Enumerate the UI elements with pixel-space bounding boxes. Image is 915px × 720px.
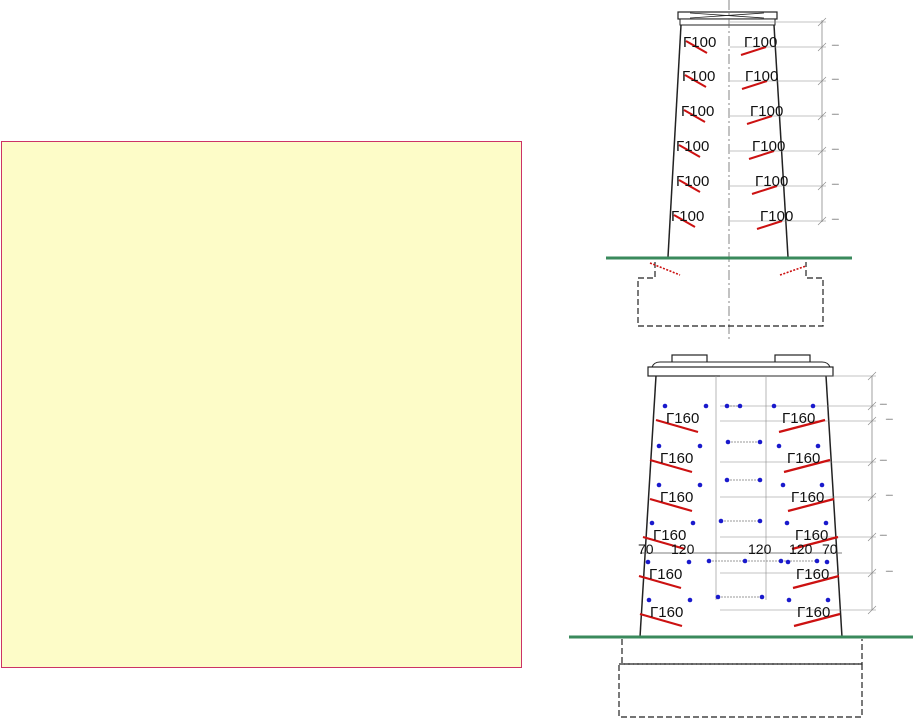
spacing-dim-left-edge: 70 xyxy=(638,541,654,557)
bottom-center-dot xyxy=(757,439,763,445)
bottom-anchor-dot xyxy=(771,403,777,409)
top-dim-note: ----- xyxy=(832,181,839,186)
top-rebar-label-right: Γ100 xyxy=(760,208,793,225)
bottom-dim-note: ----- xyxy=(886,416,893,421)
top-dim-note: ----- xyxy=(832,42,839,47)
bottom-anchor-dot xyxy=(662,403,668,409)
bottom-anchor-dot xyxy=(687,597,693,603)
bottom-anchor-dot xyxy=(649,520,655,526)
bottom-rebar-label-left: Γ160 xyxy=(650,604,683,621)
bottom-anchor-dot xyxy=(656,482,662,488)
bottom-anchor-dot xyxy=(697,443,703,449)
top-foundation-rebar-right xyxy=(779,265,807,276)
bottom-center-dot xyxy=(757,518,763,524)
bottom-anchor-dot xyxy=(786,597,792,603)
bottom-rebar-label-left: Γ160 xyxy=(660,450,693,467)
top-rebar-label-left: Γ100 xyxy=(676,173,709,190)
bottom-center-dot xyxy=(759,594,765,600)
bottom-foundation-upper xyxy=(621,639,863,665)
bottom-anchor-dot xyxy=(825,597,831,603)
bottom-center-dot xyxy=(778,558,784,564)
bottom-pier-left-face xyxy=(639,375,657,638)
bottom-center-dot xyxy=(724,403,730,409)
bottom-anchor-dot xyxy=(703,403,709,409)
top-rebar-label-right: Γ100 xyxy=(752,138,785,155)
bottom-dim-note: ----- xyxy=(880,532,887,537)
bottom-anchor-dot xyxy=(697,482,703,488)
bottom-anchor-dot xyxy=(776,443,782,449)
bottom-center-dot xyxy=(725,439,731,445)
bottom-dim-note: ----- xyxy=(886,492,893,497)
top-rebar-label-left: Γ100 xyxy=(681,103,714,120)
bottom-anchor-dot xyxy=(784,520,790,526)
bottom-anchor-dot xyxy=(815,443,821,449)
bottom-rebar-label-left: Γ160 xyxy=(649,566,682,583)
bottom-center-dot xyxy=(742,558,748,564)
bottom-center-dot xyxy=(814,558,820,564)
bottom-center-dot xyxy=(757,477,763,483)
bottom-anchor-dot xyxy=(785,559,791,565)
top-rebar-label-left: Γ100 xyxy=(683,34,716,51)
top-rebar-label-left: Γ100 xyxy=(682,68,715,85)
bottom-anchor-dot xyxy=(656,443,662,449)
bottom-center-dot xyxy=(715,594,721,600)
bottom-anchor-dot xyxy=(690,520,696,526)
bottom-anchor-dot xyxy=(810,403,816,409)
top-pier: ----- ----- ----- ----- ----- ----- Γ100 Γ100 Γ… xyxy=(606,0,852,340)
spacing-dim-left: 120 xyxy=(671,541,695,557)
pier-drawings: ----- ----- ----- ----- ----- ----- Γ100 Γ100 Γ… xyxy=(569,0,913,718)
bottom-center-dot xyxy=(737,403,743,409)
bottom-anchor-dot xyxy=(819,482,825,488)
bottom-rebar-label-right: Γ160 xyxy=(787,450,820,467)
bottom-anchor-dot xyxy=(823,520,829,526)
bottom-anchor-dot xyxy=(645,559,651,565)
bottom-rebar-label-right: Γ160 xyxy=(791,489,824,506)
bottom-rebar-label-right: Γ160 xyxy=(796,566,829,583)
bottom-cap-plate xyxy=(647,366,834,377)
bottom-dim-note: ----- xyxy=(880,401,887,406)
bottom-anchor-dot xyxy=(824,559,830,565)
top-rebar-label-right: Γ100 xyxy=(744,34,777,51)
top-rebar-label-right: Γ100 xyxy=(755,173,788,190)
spacing-dim-right: 120 xyxy=(789,541,813,557)
top-rebar-label-right: Γ100 xyxy=(750,103,783,120)
spacing-dim-right-edge: 70 xyxy=(822,541,838,557)
bottom-dim-note: ----- xyxy=(886,568,893,573)
bottom-rebar-label-left: Γ160 xyxy=(666,410,699,427)
bottom-rebar-label-right: Γ160 xyxy=(797,604,830,621)
bottom-foundation-lower xyxy=(618,663,863,718)
bottom-dim-note: ----- xyxy=(880,457,887,462)
bottom-center-dot xyxy=(706,558,712,564)
top-dim-note: ----- xyxy=(832,146,839,151)
top-dim-note: ----- xyxy=(832,76,839,81)
top-rebar-label-left: Γ100 xyxy=(676,138,709,155)
bottom-rebar-label-left: Γ160 xyxy=(660,489,693,506)
top-rebar-label-left: Γ100 xyxy=(671,208,704,225)
bottom-pier: ----- ----- ----- ----- ----- ----- Γ160 Γ160 Γ… xyxy=(569,354,913,718)
bottom-center-dot xyxy=(724,477,730,483)
bottom-center-dot xyxy=(718,518,724,524)
spacing-dim-center: 120 xyxy=(748,541,772,557)
top-dim-note: ----- xyxy=(832,216,839,221)
top-rebar-label-right: Γ100 xyxy=(745,68,778,85)
top-foundation xyxy=(637,262,824,327)
bottom-anchor-dot xyxy=(780,482,786,488)
bottom-anchor-dot xyxy=(646,597,652,603)
bottom-rebar-label-right: Γ160 xyxy=(782,410,815,427)
bottom-cap-rounded xyxy=(651,361,831,368)
bottom-anchor-dot xyxy=(686,559,692,565)
top-dim-note: ----- xyxy=(832,111,839,116)
